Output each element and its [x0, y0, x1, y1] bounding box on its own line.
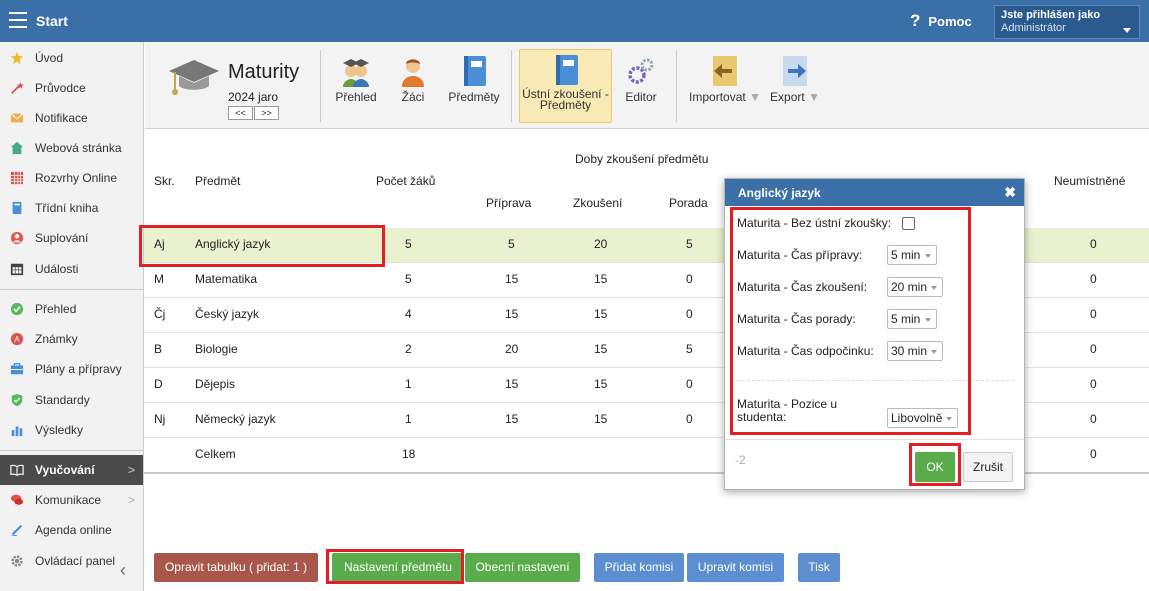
- zaci-button[interactable]: Žáci: [393, 49, 433, 123]
- graduation-cap-icon: [169, 60, 219, 95]
- ribbon-separator: [676, 50, 677, 122]
- star-icon: [10, 51, 24, 65]
- upravit-komisi-button[interactable]: Upravit komisi: [687, 553, 784, 582]
- chevron-right-icon: >: [127, 463, 135, 477]
- dialog-title: Anglický jazyk: [738, 186, 821, 200]
- sidebar-item-webova-stranka[interactable]: Webová stránka: [0, 133, 143, 163]
- importovat-button[interactable]: Importovat ▼: [686, 49, 764, 123]
- sidebar-item-udalosti[interactable]: Události: [0, 254, 143, 284]
- sidebar-item-tridni-kniha[interactable]: Třídní kniha: [0, 193, 143, 223]
- check-circle-icon: [10, 302, 24, 316]
- sidebar-item-notifikace[interactable]: Notifikace: [0, 103, 143, 133]
- sidebar-item-plany-a-pripravy[interactable]: Plány a přípravy: [0, 354, 143, 384]
- person-icon: [10, 231, 24, 245]
- sidebar: Úvod Průvodce Notifikace Webová stránka …: [0, 42, 144, 591]
- period-nav: << >>: [228, 105, 280, 120]
- dialog-hint: -2: [735, 453, 746, 467]
- bar-chart-icon: [11, 426, 23, 437]
- header-abbr[interactable]: Skr.: [154, 174, 175, 188]
- top-bar: Start ? Pomoc Jste přihlášen jako Adminis…: [0, 0, 1149, 42]
- dialog-header: Anglický jazyk ✖: [725, 179, 1024, 206]
- sidebar-item-komunikace[interactable]: Komunikace >: [0, 485, 143, 515]
- chevron-right-icon: >: [127, 493, 135, 507]
- sidebar-item-vysledky[interactable]: Výsledky: [0, 415, 143, 445]
- svg-text:A: A: [14, 335, 20, 344]
- gear-icon: [11, 555, 23, 567]
- header-subject[interactable]: Předmět: [195, 174, 240, 188]
- grade-icon: A: [10, 332, 24, 346]
- editor-button[interactable]: Editor: [621, 49, 661, 123]
- ribbon-separator: [320, 50, 321, 122]
- dropdown-arrow-icon: ▼: [749, 90, 761, 104]
- next-period-button[interactable]: >>: [254, 106, 279, 120]
- highlight-annotation: [139, 225, 385, 267]
- export-icon: [783, 56, 807, 86]
- wand-icon: [11, 81, 24, 94]
- chat-icon: [10, 494, 24, 505]
- sidebar-item-prehled[interactable]: Přehled: [0, 294, 143, 324]
- user-menu[interactable]: Jste přihlášen jako Administrátor: [994, 5, 1140, 39]
- app-title[interactable]: Start: [36, 13, 68, 29]
- close-icon[interactable]: ✖: [1004, 184, 1016, 201]
- book-icon: [12, 201, 22, 215]
- pen-icon: [11, 524, 23, 537]
- question-icon: ?: [910, 11, 921, 30]
- prev-period-button[interactable]: <<: [228, 106, 253, 120]
- envelope-icon: [10, 113, 24, 123]
- student-icon: [402, 59, 424, 87]
- sidebar-divider: [0, 289, 143, 290]
- highlight-annotation: [326, 549, 464, 584]
- highlight-annotation: [909, 443, 961, 486]
- highlight-annotation: [730, 207, 971, 435]
- header-unplaced[interactable]: Neumístněné: [1054, 174, 1125, 188]
- sidebar-item-pruvodce[interactable]: Průvodce: [0, 73, 143, 103]
- notebook-icon: [555, 55, 578, 85]
- prehled-button[interactable]: Přehled: [328, 49, 384, 123]
- sidebar-item-agenda-online[interactable]: Agenda online: [0, 515, 143, 545]
- opravit-tabulku-button[interactable]: Opravit tabulku ( přidat: 1 ): [154, 553, 318, 582]
- dialog-footer-divider: [725, 439, 1024, 440]
- cancel-button[interactable]: Zrušit: [963, 452, 1013, 482]
- collapse-sidebar-icon[interactable]: ‹: [120, 560, 126, 581]
- period-label: 2024 jaro: [228, 90, 279, 104]
- chevron-down-icon: [1123, 28, 1131, 33]
- help-button[interactable]: ? Pomoc: [910, 11, 972, 31]
- obecni-nastaveni-button[interactable]: Obecní nastavení: [465, 553, 580, 582]
- tisk-button[interactable]: Tisk: [798, 553, 840, 582]
- sidebar-item-uvod[interactable]: Úvod: [0, 43, 143, 73]
- sidebar-item-rozvrhy-online[interactable]: Rozvrhy Online: [0, 163, 143, 193]
- footer-toolbar: Opravit tabulku ( přidat: 1 ) Nastavení …: [144, 540, 1149, 591]
- briefcase-icon: [10, 363, 24, 375]
- shield-check-icon: [11, 393, 23, 407]
- menu-icon[interactable]: [9, 12, 27, 30]
- header-durations-group: Doby zkoušení předmětu: [575, 152, 709, 166]
- ustni-zkouseni-predmety-button[interactable]: Ústní zkoušení - Předměty: [519, 49, 612, 123]
- calendar-icon: [10, 263, 24, 276]
- sidebar-item-suplovani[interactable]: Suplování: [0, 223, 143, 253]
- dropdown-arrow-icon: ▼: [808, 90, 820, 104]
- pridat-komisi-button[interactable]: Přidat komisi: [594, 553, 684, 582]
- header-count[interactable]: Počet žáků: [376, 174, 435, 188]
- open-book-icon: [10, 464, 24, 476]
- sidebar-divider: [0, 450, 143, 451]
- sidebar-item-vyucovani[interactable]: Vyučování >: [0, 455, 143, 485]
- gears-icon: [628, 58, 654, 84]
- ribbon-separator: [511, 50, 512, 122]
- page-title: Maturity: [228, 61, 300, 83]
- import-icon: [713, 56, 737, 86]
- notebook-icon: [464, 56, 486, 86]
- header-exam[interactable]: Zkoušení: [573, 196, 622, 210]
- sidebar-item-znamky[interactable]: A Známky: [0, 324, 143, 354]
- sidebar-item-standardy[interactable]: Standardy: [0, 385, 143, 415]
- calendar-grid-icon: [10, 171, 24, 185]
- home-icon: [10, 141, 24, 155]
- students-icon: [343, 59, 369, 87]
- predmety-button[interactable]: Předměty: [443, 49, 505, 123]
- export-button[interactable]: Export ▼: [767, 49, 823, 123]
- ribbon-toolbar: Maturity 2024 jaro << >> Přehled Žáci Pře…: [145, 42, 1149, 129]
- header-meeting[interactable]: Porada: [669, 196, 708, 210]
- header-prep[interactable]: Příprava: [486, 196, 531, 210]
